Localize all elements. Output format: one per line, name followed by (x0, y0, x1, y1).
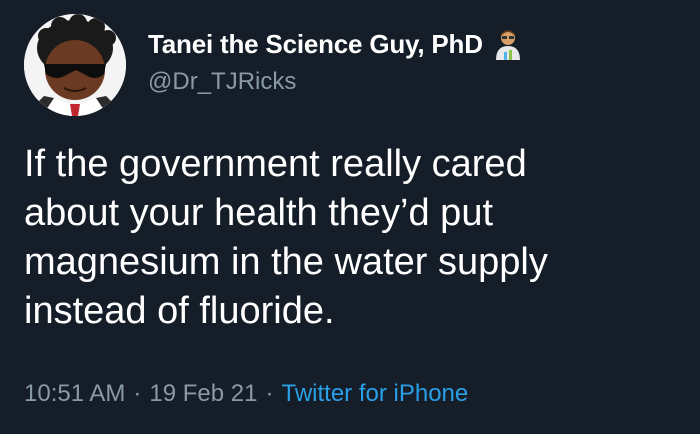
tweet-time[interactable]: 10:51 AM (24, 380, 125, 407)
tweet-meta: 10:51 AM · 19 Feb 21 · Twitter for iPhone (24, 380, 468, 408)
tweet-text: If the government really cared about you… (24, 140, 684, 336)
name-row: Tanei the Science Guy, PhD (148, 24, 523, 64)
tweet-card: Tanei the Science Guy, PhD @Dr_TJRicks I (0, 0, 700, 434)
avatar-cartoon-icon (24, 14, 126, 116)
scientist-emoji-icon (493, 28, 523, 60)
tweet-source-link[interactable]: Twitter for iPhone (282, 380, 469, 407)
meta-separator: · (133, 380, 142, 407)
tweet-date[interactable]: 19 Feb 21 (149, 380, 257, 407)
author-display-name[interactable]: Tanei the Science Guy, PhD (148, 29, 483, 60)
tweet-text-line: instead of fluoride. (24, 290, 335, 332)
avatar[interactable] (24, 14, 126, 116)
tweet-text-line: If the government really cared (24, 143, 527, 185)
tweet-text-line: magnesium in the water supply (24, 241, 548, 283)
author-handle[interactable]: @Dr_TJRicks (148, 68, 523, 96)
tweet-header: Tanei the Science Guy, PhD @Dr_TJRicks (24, 14, 523, 116)
author-identity: Tanei the Science Guy, PhD @Dr_TJRicks (148, 24, 523, 96)
tweet-text-line: about your health they’d put (24, 192, 494, 234)
meta-separator: · (265, 380, 274, 407)
